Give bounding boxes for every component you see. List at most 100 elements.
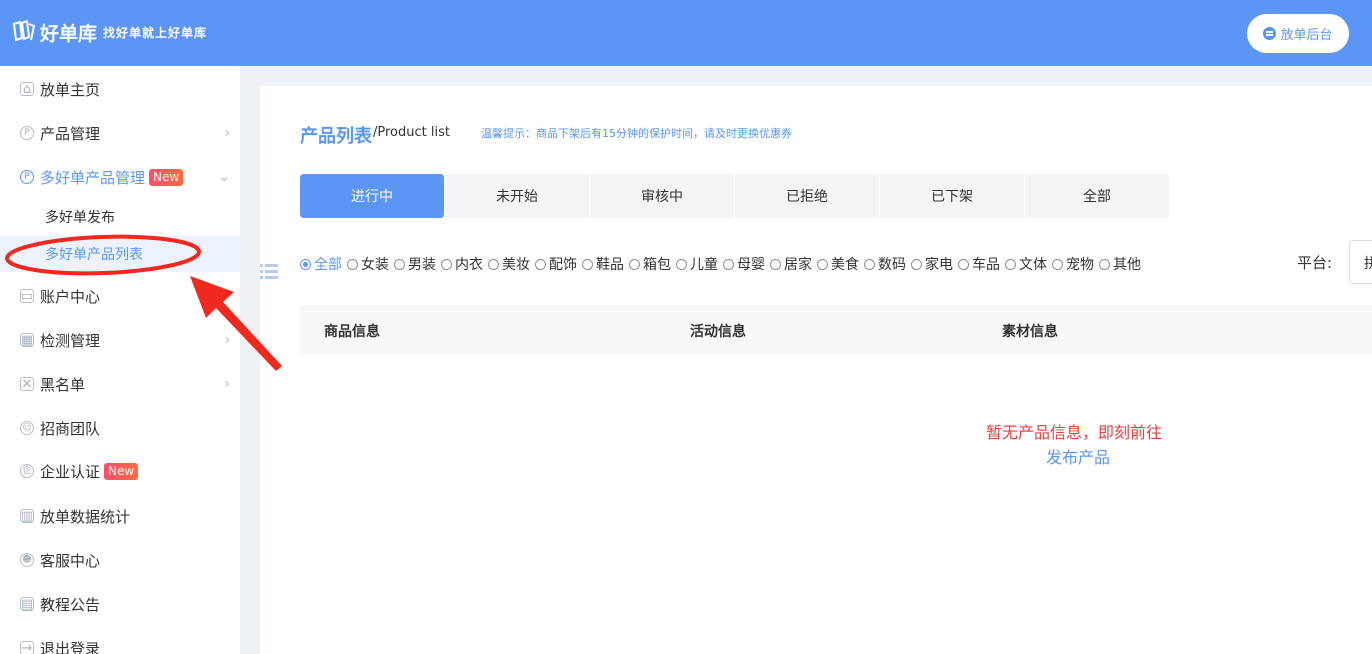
sidebar-item-label: 多好单产品管理 xyxy=(40,168,146,187)
tab-rejected[interactable]: 已拒绝 xyxy=(735,174,880,218)
sidebar-item-product-management[interactable]: P 产品管理 › xyxy=(0,111,240,155)
sidebar-item-home[interactable]: ⌂ 放单主页 xyxy=(0,67,240,111)
sidebar-item-duohaodan-management[interactable]: P 多好单产品管理 New ⌄ xyxy=(0,155,240,199)
shield-icon: ✕ xyxy=(20,376,34,392)
radio-icon xyxy=(441,258,452,270)
radio-icon xyxy=(300,258,311,270)
chevron-right-icon: › xyxy=(224,125,230,141)
sidebar-subitem-label: 多好单产品列表 xyxy=(45,247,143,263)
tab-offline[interactable]: 已下架 xyxy=(880,174,1025,218)
sidebar-item-label: 客服中心 xyxy=(40,551,101,570)
table-header: 商品信息 活动信息 素材信息 xyxy=(300,305,1372,354)
page-title: 产品列表 xyxy=(300,126,372,147)
sidebar-item-label: 教程公告 xyxy=(40,595,101,614)
admin-backend-button[interactable]: 放单后台 xyxy=(1247,14,1349,53)
category-radio[interactable]: 配饰 xyxy=(535,254,577,274)
category-label: 女装 xyxy=(361,257,389,273)
category-label: 文体 xyxy=(1019,257,1047,273)
users-icon: ☺ xyxy=(20,421,34,435)
sidebar-item-blacklist[interactable]: ✕ 黑名单 › xyxy=(0,362,240,406)
radio-icon xyxy=(347,258,358,270)
category-radio[interactable]: 全部 xyxy=(300,254,342,274)
category-label: 母婴 xyxy=(737,257,765,273)
radio-icon xyxy=(488,258,499,270)
bar-chart-icon: ▥ xyxy=(20,508,34,524)
card-icon: ▭ xyxy=(20,288,34,304)
page-subtitle: /Product list xyxy=(373,125,450,140)
sidebar-item-detection[interactable]: ▦ 检测管理 › xyxy=(0,318,240,362)
category-label: 其他 xyxy=(1113,257,1141,273)
category-radio[interactable]: 文体 xyxy=(1005,254,1047,274)
publish-product-link[interactable]: 发布产品 xyxy=(1046,444,1110,468)
building-icon: ▤ xyxy=(20,596,34,612)
category-radio[interactable]: 宠物 xyxy=(1052,254,1094,274)
sidebar-item-logout[interactable]: → 退出登录 xyxy=(0,626,240,654)
main-card xyxy=(260,86,1372,654)
sidebar-subitem-label: 多好单发布 xyxy=(45,210,115,226)
radio-icon xyxy=(817,258,828,270)
top-header: 好单库 找好单就上好单库 放单后台 xyxy=(0,0,1372,66)
category-label: 美妆 xyxy=(502,257,530,273)
category-label: 全部 xyxy=(314,257,342,273)
collapse-sidebar-icon[interactable] xyxy=(260,262,278,280)
category-radio[interactable]: 美食 xyxy=(817,254,859,274)
category-radio[interactable]: 女装 xyxy=(347,254,389,274)
chevron-right-icon: › xyxy=(224,288,230,304)
category-label: 美食 xyxy=(831,257,859,273)
category-radio[interactable]: 家电 xyxy=(911,254,953,274)
sidebar-item-statistics[interactable]: ▥ 放单数据统计 xyxy=(0,494,240,538)
sidebar-subitem-publish[interactable]: 多好单发布 xyxy=(0,199,240,235)
category-radio[interactable]: 美妆 xyxy=(488,254,530,274)
platform-label: 平台: xyxy=(1297,254,1333,272)
category-label: 鞋品 xyxy=(596,257,624,273)
p-circle-icon: P xyxy=(20,126,34,140)
logo-name: 好单库 xyxy=(40,22,98,45)
category-radio[interactable]: 其他 xyxy=(1099,254,1141,274)
chevron-right-icon: › xyxy=(224,376,230,392)
category-radio[interactable]: 鞋品 xyxy=(582,254,624,274)
category-radio[interactable]: 箱包 xyxy=(629,254,671,274)
logo[interactable]: 好单库 找好单就上好单库 xyxy=(10,18,207,46)
category-radio[interactable]: 男装 xyxy=(394,254,436,274)
new-badge: New xyxy=(104,462,139,480)
sidebar-item-tutorials[interactable]: ▤ 教程公告 xyxy=(0,582,240,626)
tab-reviewing[interactable]: 审核中 xyxy=(590,174,735,218)
tab-in-progress[interactable]: 进行中 xyxy=(300,174,445,218)
category-label: 家电 xyxy=(925,257,953,273)
sidebar-item-support[interactable]: ☻ 客服中心 xyxy=(0,538,240,582)
category-label: 宠物 xyxy=(1066,257,1094,273)
sidebar-item-label: 账户中心 xyxy=(40,287,101,306)
radio-icon xyxy=(723,258,734,270)
category-label: 内衣 xyxy=(455,257,483,273)
chevron-right-icon: › xyxy=(224,332,230,348)
empty-state-text: 暂无产品信息，即刻前往 xyxy=(986,423,1163,442)
category-radio[interactable]: 数码 xyxy=(864,254,906,274)
category-radio[interactable]: 儿童 xyxy=(676,254,718,274)
platform-select[interactable]: 拼 xyxy=(1349,240,1372,284)
category-radio[interactable]: 内衣 xyxy=(441,254,483,274)
radio-icon xyxy=(911,258,922,270)
radio-icon xyxy=(1099,258,1110,270)
radio-icon xyxy=(629,258,640,270)
p-circle-icon: P xyxy=(20,170,34,184)
tab-not-started[interactable]: 未开始 xyxy=(445,174,590,218)
radio-icon xyxy=(864,258,875,270)
sidebar-item-account[interactable]: ▭ 账户中心 › xyxy=(0,274,240,318)
sidebar-item-label: 退出登录 xyxy=(40,639,101,654)
menu-circle-icon xyxy=(1263,27,1277,40)
admin-backend-label: 放单后台 xyxy=(1280,28,1333,43)
sidebar-subitem-product-list[interactable]: 多好单产品列表 xyxy=(0,236,240,272)
category-label: 配饰 xyxy=(549,257,577,273)
calendar-icon: ▦ xyxy=(20,332,34,348)
tab-all[interactable]: 全部 xyxy=(1025,174,1170,218)
radio-icon xyxy=(1005,258,1016,270)
category-radio[interactable]: 母婴 xyxy=(723,254,765,274)
sidebar-item-label: 放单主页 xyxy=(40,80,101,99)
category-radio[interactable]: 车品 xyxy=(958,254,1000,274)
category-label: 男装 xyxy=(408,257,436,273)
sidebar-item-enterprise[interactable]: 企 企业认证 New xyxy=(0,449,240,493)
sidebar-item-team[interactable]: ☺ 招商团队 xyxy=(0,406,240,450)
radio-icon xyxy=(582,258,593,270)
category-radio[interactable]: 居家 xyxy=(770,254,812,274)
home-icon: ⌂ xyxy=(20,82,34,96)
